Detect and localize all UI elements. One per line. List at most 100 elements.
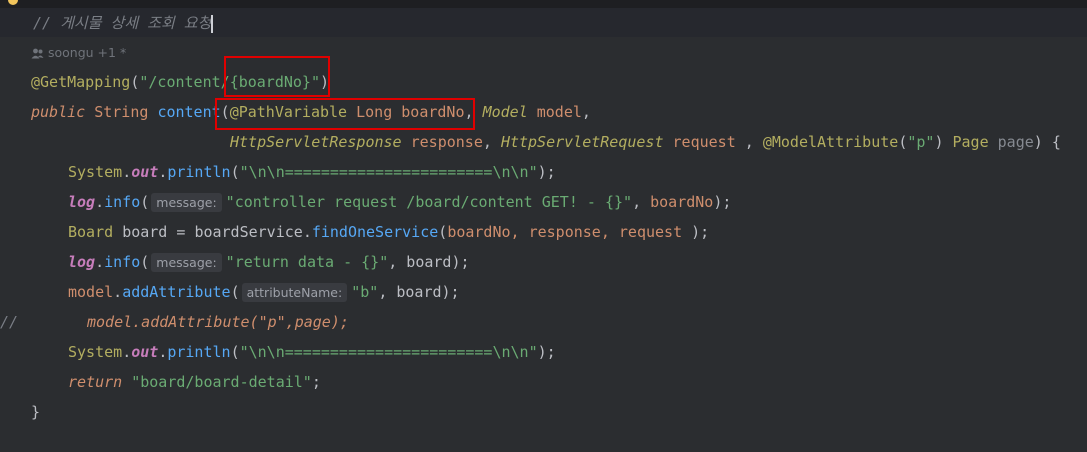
signature2-comma-1: ,	[482, 133, 492, 151]
text-caret	[211, 14, 214, 33]
model-param-name: model	[536, 103, 582, 121]
model-type: Model	[482, 103, 528, 121]
model-add-open-paren: (	[230, 283, 240, 301]
page-param-name: page	[997, 133, 1034, 151]
lightbulb-icon[interactable]	[8, 0, 18, 5]
out-field: out	[131, 343, 159, 361]
code-author-hint[interactable]: soongu +1 *	[31, 44, 126, 62]
model-add-argument: board	[396, 283, 442, 301]
signature-comma-2: ,	[581, 103, 591, 121]
author-hint-text: soongu +1 *	[48, 45, 127, 60]
editor-top-strip	[0, 0, 1087, 8]
signature2-end: ) {	[1033, 133, 1061, 151]
println2-string: "\n\n=======================\n\n"	[239, 343, 538, 361]
return-type: String	[94, 103, 149, 121]
getmapping-path-prefix: "/content/	[139, 73, 230, 91]
log2-string: "return data - {}"	[225, 253, 389, 271]
model-add-comma: ,	[378, 283, 397, 301]
getmapping-annotation: @GetMapping	[31, 73, 131, 91]
println1-open-paren: (	[230, 163, 240, 181]
parameter-hint-message: message:	[151, 253, 222, 272]
log1-argument: boardNo	[650, 193, 714, 211]
parameter-hint-message: message:	[151, 193, 222, 212]
log1-comma: ,	[632, 193, 651, 211]
log2-argument: board	[406, 253, 452, 271]
log-object: log	[68, 193, 96, 211]
log2-end: );	[451, 253, 470, 271]
log1-dot: .	[95, 193, 105, 211]
println1-string: "\n\n=======================\n\n"	[239, 163, 538, 181]
println-method: println	[167, 343, 231, 361]
out-field: out	[131, 163, 159, 181]
parameter-hint-attributename: attributeName:	[241, 283, 348, 302]
findoneservice-method: findOneService	[311, 223, 439, 241]
log2-comma: ,	[388, 253, 407, 271]
println2-dot-1: .	[122, 343, 132, 361]
return-string: "board/board-detail"	[131, 373, 312, 391]
board-type: Board	[68, 223, 114, 241]
request-param-name: request	[672, 133, 736, 151]
comment-text: // 게시물 상세 조회 요청	[33, 14, 212, 32]
signature2-comma-2: ,	[735, 133, 754, 151]
system-class: System	[68, 163, 123, 181]
code-line-log-1[interactable]: log.info(message: "controller request /bo…	[68, 187, 731, 217]
highlight-box-pathvariable-param	[215, 98, 475, 130]
code-line-println-2[interactable]: System.out.println("\n\n================…	[68, 337, 556, 367]
board-end: );	[691, 223, 710, 241]
code-line-signature-2[interactable]: HttpServletResponse response, HttpServle…	[230, 127, 1061, 157]
board-open-paren: (	[438, 223, 448, 241]
board-equals: =	[167, 223, 195, 241]
boardservice-field: boardService	[194, 223, 303, 241]
log2-open-paren: (	[140, 253, 150, 271]
modelattribute-annotation: @ModelAttribute	[762, 133, 899, 151]
highlight-box-path-variable	[224, 56, 330, 97]
log1-string: "controller request /board/content GET! …	[225, 193, 633, 211]
log-object: log	[68, 253, 96, 271]
log1-open-paren: (	[140, 193, 150, 211]
println1-dot-2: .	[158, 163, 168, 181]
public-keyword: public	[31, 103, 86, 121]
return-end: ;	[311, 373, 321, 391]
board-dot: .	[302, 223, 312, 241]
closing-brace: }	[31, 403, 41, 421]
response-param-name: response	[410, 133, 483, 151]
info-method: info	[104, 193, 141, 211]
code-line-return[interactable]: return "board/board-detail";	[68, 367, 321, 397]
board-variable: board	[122, 223, 168, 241]
modelattribute-close-paren: )	[934, 133, 944, 151]
modelattribute-open-paren: (	[898, 133, 908, 151]
response-type: HttpServletResponse	[230, 133, 402, 151]
code-line-board[interactable]: Board board = boardService.findOneServic…	[68, 217, 709, 247]
model-add-string: "b"	[351, 283, 379, 301]
system-class: System	[68, 343, 123, 361]
println2-end: );	[537, 343, 556, 361]
info-method: info	[104, 253, 141, 271]
model-add-dot: .	[113, 283, 123, 301]
page-type: Page	[952, 133, 989, 151]
comment-gutter-marker: //	[0, 313, 19, 331]
code-editor[interactable]: // 게시물 상세 조회 요청 soongu +1 * @GetMapping (…	[0, 0, 1087, 452]
users-icon	[31, 48, 44, 59]
model-add-end: );	[441, 283, 460, 301]
code-line-comment[interactable]: // 게시물 상세 조회 요청	[33, 8, 214, 38]
log2-dot: .	[95, 253, 105, 271]
println2-dot-2: .	[158, 343, 168, 361]
return-keyword: return	[68, 373, 123, 391]
addattribute-method: addAttribute	[122, 283, 231, 301]
println1-dot-1: .	[122, 163, 132, 181]
model-object: model	[68, 283, 114, 301]
code-line-log-2[interactable]: log.info(message: "return data - {}", boa…	[68, 247, 470, 277]
code-line-println-1[interactable]: System.out.println("\n\n================…	[68, 157, 556, 187]
modelattribute-string: "p"	[907, 133, 935, 151]
println2-open-paren: (	[230, 343, 240, 361]
println1-end: );	[537, 163, 556, 181]
request-type: HttpServletRequest	[500, 133, 664, 151]
println-method: println	[167, 163, 231, 181]
code-line-commented[interactable]: model.addAttribute("p",page);	[87, 307, 349, 337]
board-arguments: boardNo, response, request	[447, 223, 692, 241]
method-name: content	[157, 103, 221, 121]
log1-end: );	[713, 193, 732, 211]
commented-code: model.addAttribute("p",page);	[87, 313, 349, 331]
code-line-close-brace[interactable]: }	[31, 397, 40, 427]
code-line-model-add[interactable]: model.addAttribute(attributeName: "b", bo…	[68, 277, 460, 307]
